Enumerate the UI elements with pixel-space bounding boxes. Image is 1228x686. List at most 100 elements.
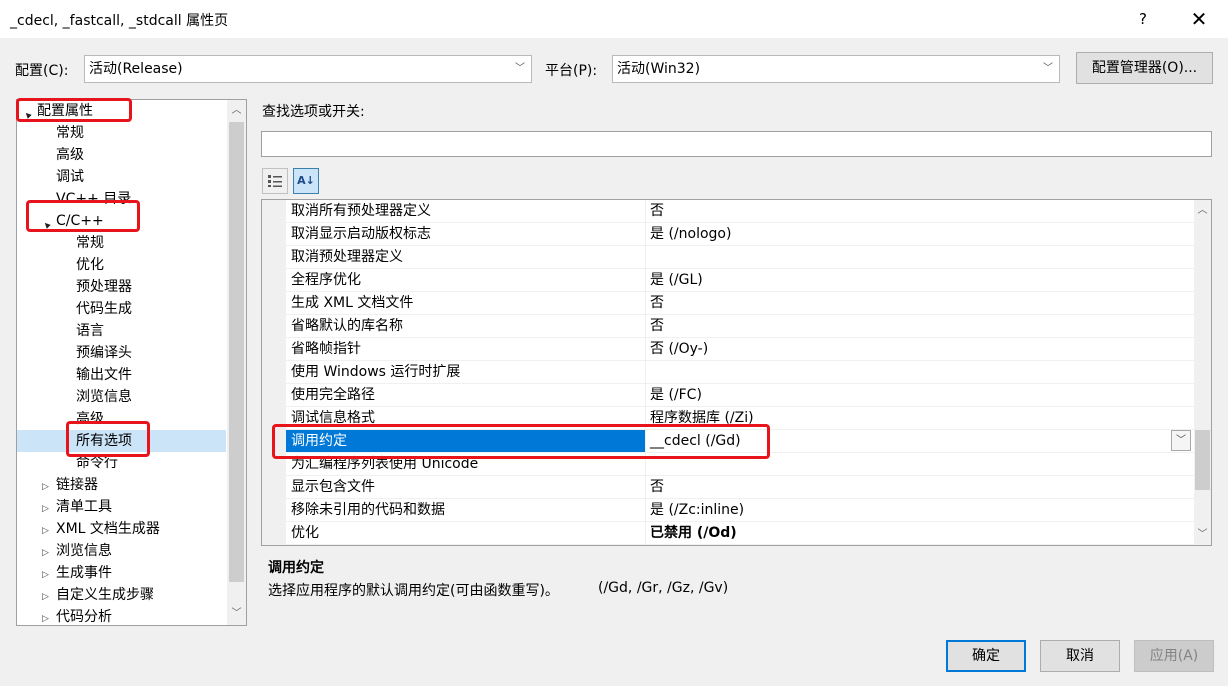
cancel-button[interactable]: 取消 — [1040, 640, 1120, 672]
table-row[interactable]: 省略默认的库名称 否 — [262, 315, 1194, 338]
alphabetical-sort-button[interactable]: A↓ — [293, 168, 319, 194]
row-gutter — [262, 269, 286, 292]
table-row[interactable]: 使用完全路径 是 (/FC) — [262, 384, 1194, 407]
search-input[interactable] — [261, 131, 1212, 157]
property-grid: 取消所有预处理器定义否取消显示启动版权标志是 (/nologo) 取消预处理器定义… — [261, 199, 1212, 546]
tree-item[interactable]: 调试 — [17, 166, 226, 188]
tree-item[interactable]: ▷ 链接器 — [17, 474, 226, 496]
row-gutter — [262, 522, 286, 545]
categorized-view-icon — [268, 175, 282, 187]
help-button[interactable]: ? — [1128, 4, 1158, 34]
property-name: 取消预处理器定义 — [291, 249, 403, 265]
tree-item[interactable]: 预处理器 — [17, 276, 226, 298]
tree-item-label: 生成事件 — [56, 565, 112, 581]
config-combo[interactable]: 活动(Release) ﹀ — [84, 55, 532, 83]
tree-item[interactable]: 高级 — [17, 144, 226, 166]
tree-item[interactable]: 语言 — [17, 320, 226, 342]
table-row[interactable]: 显示包含文件 否 — [262, 476, 1194, 499]
collapsed-triangle-icon[interactable]: ▷ — [42, 520, 56, 542]
property-name: 使用完全路径 — [291, 387, 375, 403]
property-value: 是 (/Zc:inline) — [650, 502, 745, 518]
property-value: 否 (/Oy-) — [650, 341, 709, 357]
table-row[interactable]: 取消预处理器定义 — [262, 246, 1194, 269]
tree-scroll-thumb[interactable] — [229, 122, 244, 582]
property-value: 否 — [650, 479, 664, 495]
tree-item[interactable]: ▷ 自定义生成步骤 — [17, 584, 226, 606]
chevron-up-icon[interactable]: ︿ — [1194, 202, 1211, 219]
close-button[interactable]: ✕ — [1182, 4, 1216, 34]
tree-item-label: 浏览信息 — [56, 543, 112, 559]
row-gutter — [262, 476, 286, 499]
annotation-box-config-props — [16, 98, 132, 122]
table-row[interactable]: 全程序优化 是 (/GL) — [262, 269, 1194, 292]
tree-item[interactable]: 输出文件 — [17, 364, 226, 386]
tree-item-label: 命令行 — [76, 455, 118, 471]
tree-item[interactable]: ▷ XML 文档生成器 — [17, 518, 226, 540]
tree-item[interactable]: ▷ 代码分析 — [17, 606, 226, 625]
tree-item[interactable]: 代码生成 — [17, 298, 226, 320]
chevron-down-icon[interactable]: ﹀ — [228, 605, 245, 622]
tree-item[interactable]: 常规 — [17, 232, 226, 254]
collapsed-triangle-icon[interactable]: ▷ — [42, 476, 56, 498]
table-row[interactable]: 取消显示启动版权标志 是 (/nologo) — [262, 223, 1194, 246]
ok-button[interactable]: 确定 — [946, 640, 1026, 672]
collapsed-triangle-icon[interactable]: ▷ — [42, 498, 56, 520]
table-row[interactable]: 使用 Windows 运行时扩展 — [262, 361, 1194, 384]
collapsed-triangle-icon[interactable]: ▷ — [42, 586, 56, 608]
table-row[interactable]: 省略帧指针 否 (/Oy-) — [262, 338, 1194, 361]
property-tree: ▲ 配置属性 常规 高级 调试 VC++ 目录 ▲ C/C++ 常规 优化 预处理器 代码生成 语言 预编… — [16, 99, 247, 626]
tree-item-label: XML 文档生成器 — [56, 521, 160, 537]
tree-item[interactable]: 优化 — [17, 254, 226, 276]
config-value: 活动(Release) — [89, 61, 183, 77]
collapsed-triangle-icon[interactable]: ▷ — [42, 608, 56, 625]
chevron-up-icon[interactable]: ︿ — [228, 102, 245, 119]
config-manager-button[interactable]: 配置管理器(O)... — [1076, 52, 1213, 84]
table-row[interactable]: 生成 XML 文档文件 否 — [262, 292, 1194, 315]
chevron-down-icon[interactable]: ﹀ — [1194, 526, 1211, 543]
property-name: 优化 — [291, 525, 319, 541]
collapsed-triangle-icon[interactable]: ▷ — [42, 542, 56, 564]
tree-item-label: 输出文件 — [76, 367, 132, 383]
grid-scrollbar[interactable]: ︿ ﹀ — [1194, 200, 1211, 545]
search-label: 查找选项或开关: — [262, 104, 365, 120]
property-value: 否 — [650, 318, 664, 334]
grid-scroll-thumb[interactable] — [1195, 430, 1210, 490]
collapsed-triangle-icon[interactable]: ▷ — [42, 564, 56, 586]
apply-button[interactable]: 应用(A) — [1134, 640, 1214, 672]
column-divider — [645, 200, 646, 223]
categorized-view-button[interactable] — [262, 168, 288, 194]
tree-item[interactable]: 浏览信息 — [17, 386, 226, 408]
column-divider — [645, 384, 646, 407]
annotation-box-all-options — [66, 421, 150, 457]
chevron-down-icon[interactable]: ﹀ — [1171, 430, 1191, 451]
annotation-box-calling-convention — [272, 424, 770, 459]
table-row[interactable]: 移除未引用的代码和数据 是 (/Zc:inline) — [262, 499, 1194, 522]
table-row[interactable]: 优化 已禁用 (/Od) — [262, 522, 1194, 545]
tree-item[interactable]: ▷ 浏览信息 — [17, 540, 226, 562]
row-gutter — [262, 292, 286, 315]
table-row[interactable]: 取消所有预处理器定义 否 — [262, 200, 1194, 223]
platform-value: 活动(Win32) — [617, 61, 701, 77]
tree-item[interactable]: 预编译头 — [17, 342, 226, 364]
tree-item-label: 预处理器 — [76, 279, 132, 295]
property-value: 否 — [650, 295, 664, 311]
property-value: 是 (/nologo) — [650, 226, 732, 242]
property-name: 取消所有预处理器定义 — [291, 203, 431, 219]
title-bar: _cdecl, _fastcall, _stdcall 属性页 ? ✕ — [0, 0, 1228, 38]
row-gutter — [262, 338, 286, 361]
column-divider — [645, 292, 646, 315]
property-value: 否 — [650, 203, 664, 219]
tree-item-label: 常规 — [76, 235, 104, 251]
column-divider — [645, 246, 646, 269]
column-divider — [645, 522, 646, 545]
tree-item-label: 优化 — [76, 257, 104, 273]
property-value: 是 (/FC) — [650, 387, 702, 403]
tree-scrollbar[interactable]: ︿ ﹀ — [227, 100, 246, 625]
column-divider — [645, 499, 646, 522]
window-title: _cdecl, _fastcall, _stdcall 属性页 — [10, 13, 229, 29]
platform-combo[interactable]: 活动(Win32) ﹀ — [612, 55, 1060, 83]
row-gutter — [262, 384, 286, 407]
tree-item[interactable]: 常规 — [17, 122, 226, 144]
tree-item[interactable]: ▷ 清单工具 — [17, 496, 226, 518]
tree-item[interactable]: ▷ 生成事件 — [17, 562, 226, 584]
